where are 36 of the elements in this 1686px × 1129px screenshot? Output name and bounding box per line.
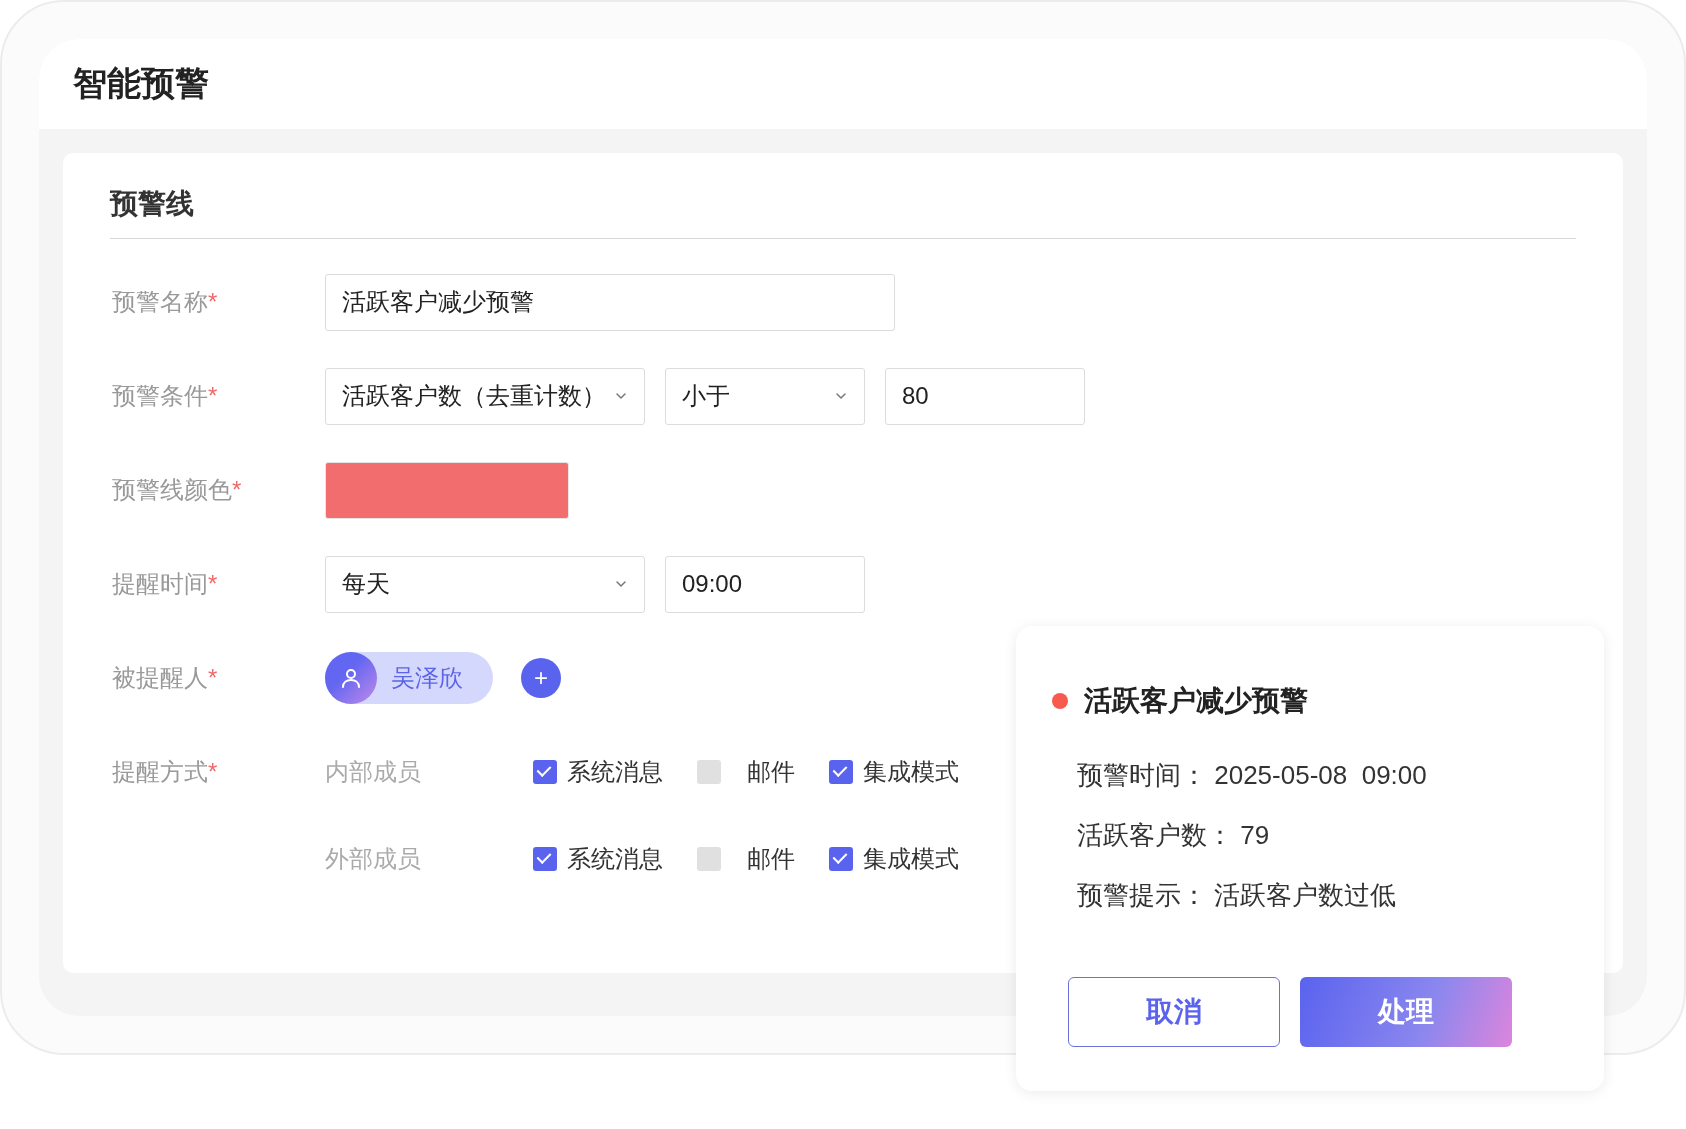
checkbox[interactable] <box>829 760 853 784</box>
checkbox[interactable] <box>697 847 721 871</box>
checkbox[interactable] <box>697 760 721 784</box>
field-label: 预警名称* <box>112 287 218 317</box>
dropdown-select[interactable]: 每天 <box>325 555 645 613</box>
cancel-button[interactable]: 取消 <box>1068 977 1280 1047</box>
field-label: 提醒方式* <box>112 757 218 787</box>
dropdown-select[interactable]: 小于 <box>665 367 865 425</box>
checkbox-label: 集成模式 <box>863 844 959 874</box>
info-line: 活跃客户数： 79 <box>1077 819 1271 852</box>
page-title: 智能预警 <box>73 63 209 104</box>
dropdown-select[interactable]: 活跃客户数（去重计数） <box>325 367 645 425</box>
popup-title: 活跃客户减少预警 <box>1084 684 1308 718</box>
info-line: 预警提示： 活跃客户数过低 <box>1077 879 1398 912</box>
color-swatch[interactable] <box>325 461 569 519</box>
user-icon <box>339 666 363 690</box>
checkbox[interactable] <box>829 847 853 871</box>
checkbox[interactable] <box>533 847 557 871</box>
input-field[interactable]: 09:00 <box>665 555 865 613</box>
section-title: 预警线 <box>110 187 195 221</box>
checkbox[interactable] <box>533 760 557 784</box>
checkbox-label: 系统消息 <box>567 757 663 787</box>
checkbox-label: 集成模式 <box>863 757 959 787</box>
checkbox-label: 邮件 <box>747 844 795 874</box>
field-label: 预警条件* <box>112 381 218 411</box>
field-label: 被提醒人* <box>112 663 218 693</box>
input-field[interactable]: 80 <box>885 367 1085 425</box>
field-label: 提醒时间* <box>112 569 218 599</box>
group-label: 内部成员 <box>325 757 422 787</box>
field-label: 预警线颜色* <box>112 475 242 505</box>
checkbox-label: 邮件 <box>747 757 795 787</box>
add-button[interactable]: + <box>521 658 561 698</box>
group-label: 外部成员 <box>325 844 422 874</box>
checkbox-label: 系统消息 <box>567 844 663 874</box>
input-field[interactable]: 活跃客户减少预警 <box>325 273 895 331</box>
info-line: 预警时间： 2025-05-08 09:00 <box>1077 759 1428 792</box>
